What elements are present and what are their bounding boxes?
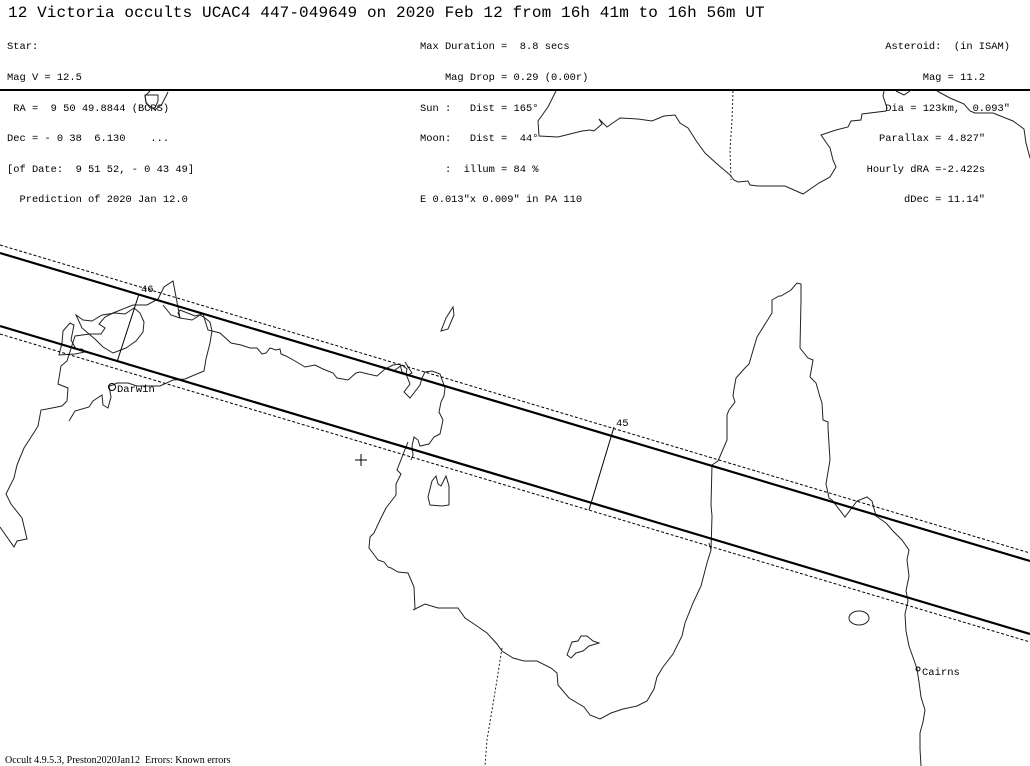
time-markers: 46 45 [116, 284, 629, 511]
time-marker-line-45 [588, 426, 615, 511]
north-error-limit [0, 244, 1030, 554]
time-marker-line-46 [116, 293, 140, 363]
wessel-island [440, 305, 455, 332]
time-marker-label-46: 46 [141, 284, 154, 296]
island-top-left [144, 94, 159, 109]
occultation-path [0, 244, 1030, 643]
state-borders [484, 90, 734, 766]
new-guinea-coast-2 [895, 90, 911, 96]
png-border [729, 90, 734, 181]
groote-island [427, 474, 450, 507]
north-path-limit [0, 251, 1030, 563]
cape-york-west [710, 282, 926, 766]
occultation-map: 46 45 Darwin Cairns [0, 89, 1030, 766]
island-top-left-2 [144, 90, 169, 111]
arnhem-coast [162, 304, 413, 381]
mornington-island [566, 635, 601, 659]
south-path-limit [0, 324, 1030, 636]
top-end-coast [0, 280, 213, 548]
lake [848, 610, 870, 626]
south-error-limit [0, 333, 1030, 643]
new-guinea-coast-3 [936, 90, 1030, 159]
plus-marker-icon [355, 454, 367, 466]
place-label-cairns: Cairns [922, 667, 960, 679]
place-label-darwin: Darwin [117, 384, 155, 396]
new-guinea-coast [537, 90, 888, 195]
software-footer: Occult 4.9.5.3, Preston2020Jan12 Errors:… [5, 755, 231, 766]
gulf-west-coast [368, 441, 712, 720]
time-marker-label-45: 45 [616, 418, 629, 430]
nt-qld-border [484, 647, 503, 766]
coastlines [0, 90, 1030, 766]
places: Darwin Cairns [108, 383, 960, 679]
